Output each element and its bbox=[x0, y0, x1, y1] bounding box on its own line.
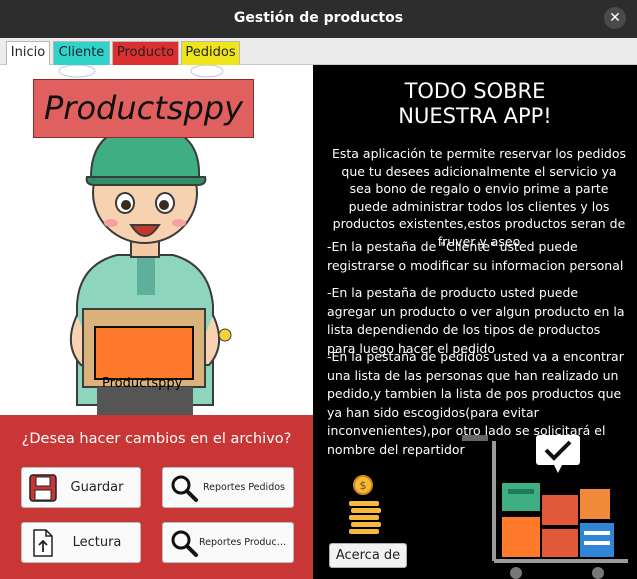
title-bar: Gestión de productos ✕ bbox=[0, 0, 637, 38]
file-actions-panel: ¿Desea hacer cambios en el archivo? Guar… bbox=[0, 415, 313, 579]
save-icon bbox=[29, 474, 57, 502]
lectura-button[interactable]: Lectura bbox=[21, 522, 141, 563]
left-panel: Productsppy Productsppy ¿Desea hacer cam… bbox=[0, 65, 313, 579]
tab-inicio[interactable]: Inicio bbox=[6, 41, 50, 65]
info-cliente: -En la pestaña de "Cliente" usted puede … bbox=[327, 239, 624, 273]
box-logo-text: Productsppy bbox=[102, 376, 183, 391]
lectura-label: Lectura bbox=[72, 535, 122, 550]
reportes-pedidos-label: Reportes Pedidos bbox=[202, 482, 285, 493]
coins-icon: $ bbox=[349, 475, 381, 534]
acerca-de-button[interactable]: Acerca de bbox=[329, 543, 407, 568]
tab-cliente[interactable]: Cliente bbox=[53, 41, 110, 65]
tab-bar: Inicio Cliente Producto Pedidos bbox=[0, 38, 637, 65]
svg-text:$: $ bbox=[360, 479, 367, 492]
app-logo: Productsppy bbox=[33, 79, 254, 138]
main-window: Inicio Cliente Producto Pedidos Products… bbox=[0, 38, 637, 579]
tab-pedidos[interactable]: Pedidos bbox=[181, 41, 240, 65]
tab-producto[interactable]: Producto bbox=[112, 41, 179, 65]
info-panel: TODO SOBRE NUESTRA APP! Esta aplicación … bbox=[313, 65, 637, 579]
warehouse-boxes-illustration bbox=[462, 435, 628, 579]
guardar-label: Guardar bbox=[70, 480, 124, 495]
info-heading-line2: NUESTRA APP! bbox=[398, 104, 552, 128]
window-title: Gestión de productos bbox=[233, 10, 404, 26]
reportes-pedidos-button[interactable]: Reportes Pedidos bbox=[162, 467, 294, 508]
reportes-productos-label: Reportes Productos bbox=[199, 537, 289, 548]
guardar-button[interactable]: Guardar bbox=[21, 467, 141, 508]
upload-file-icon bbox=[33, 529, 53, 557]
info-producto: -En la pestaña de producto usted puede a… bbox=[327, 285, 625, 356]
magnifier-icon bbox=[171, 475, 198, 502]
magnifier-icon bbox=[171, 530, 198, 557]
file-change-question: ¿Desea hacer cambios en el archivo? bbox=[21, 431, 292, 447]
info-intro: Esta aplicación te permite reservar los … bbox=[331, 146, 627, 249]
info-heading: TODO SOBRE NUESTRA APP! bbox=[313, 79, 637, 129]
info-heading-line1: TODO SOBRE bbox=[404, 79, 546, 103]
reportes-productos-button[interactable]: Reportes Productos bbox=[162, 522, 294, 563]
close-icon[interactable]: ✕ bbox=[604, 7, 626, 29]
